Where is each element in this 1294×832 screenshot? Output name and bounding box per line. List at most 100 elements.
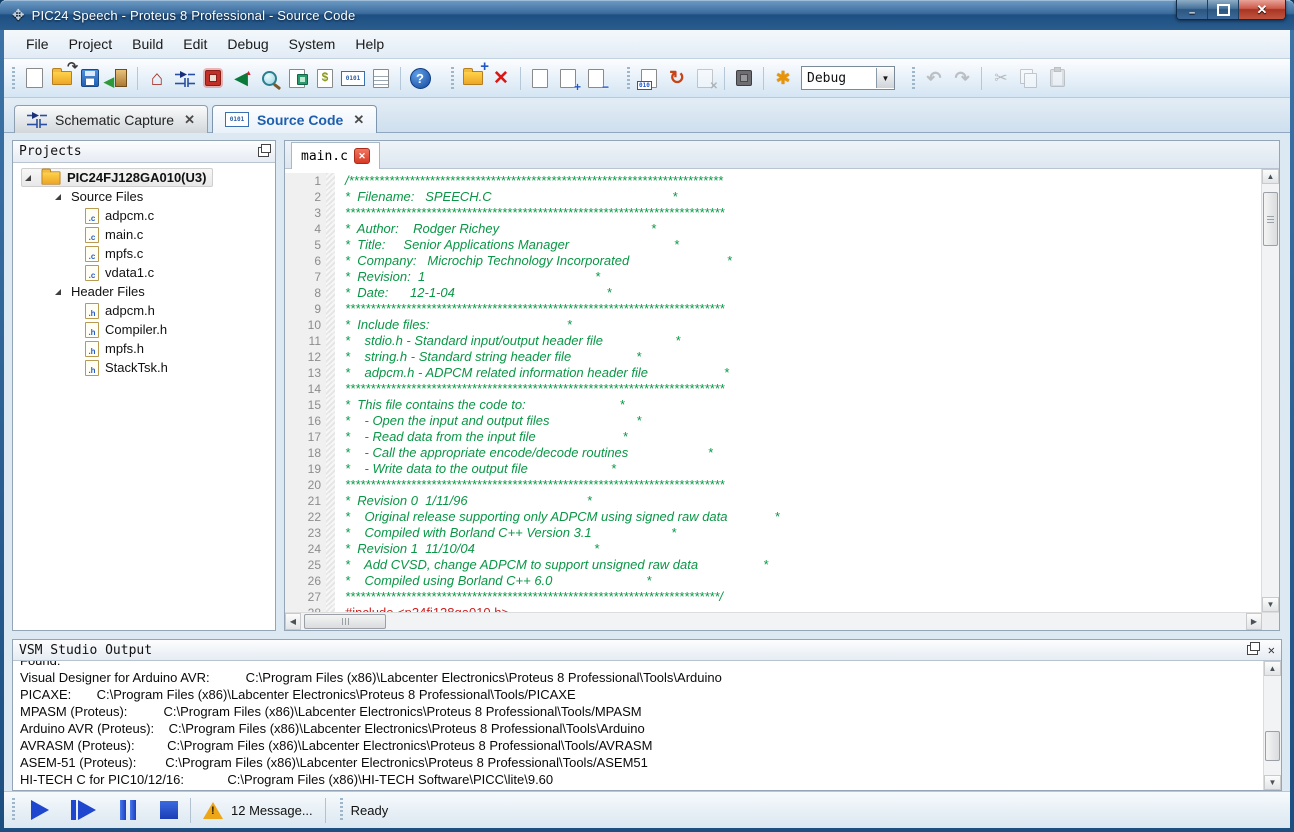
menu-system[interactable]: System <box>279 33 346 55</box>
tree-item-adpcm-h[interactable]: .h adpcm.h <box>13 301 275 320</box>
copy-icon[interactable] <box>1015 65 1043 92</box>
output-panel: VSM Studio Output ✕ Found:Visual Designe… <box>12 639 1282 791</box>
undo-icon[interactable]: ↶ <box>920 65 948 92</box>
tree-item-header-files[interactable]: Header Files <box>13 282 275 301</box>
maximize-button[interactable] <box>1208 0 1239 19</box>
menu-file[interactable]: File <box>16 33 59 55</box>
scroll-left-icon[interactable]: ◀ <box>285 613 301 630</box>
remove-file-icon[interactable]: − <box>582 65 610 93</box>
home-icon[interactable]: ⌂ <box>143 65 171 92</box>
code-text: #include <p24fj128ga010.h> <box>335 605 509 612</box>
clean-project-icon[interactable]: ✕ <box>691 65 719 92</box>
expander-icon[interactable] <box>25 174 31 181</box>
menu-project[interactable]: Project <box>59 33 123 55</box>
ready-label: Ready <box>350 802 389 818</box>
help-icon[interactable]: ? <box>406 65 434 92</box>
close-output-panel-icon[interactable]: ✕ <box>1268 643 1275 657</box>
projects-tree[interactable]: PIC24FJ128GA010(U3) Source Files .c adpcm.c… <box>13 163 275 630</box>
code-line: 16 * - Open the input and output files * <box>285 413 1261 429</box>
pcb-layout-icon[interactable] <box>199 65 227 92</box>
menu-help[interactable]: Help <box>345 33 394 55</box>
save-design-icon[interactable] <box>76 65 104 92</box>
menu-build[interactable]: Build <box>122 33 173 55</box>
debug-configuration-value: Debug <box>807 70 847 86</box>
new-design-icon[interactable] <box>20 65 48 92</box>
tree-item-compiler-h[interactable]: .h Compiler.h <box>13 320 275 339</box>
editor-vertical-scrollbar[interactable]: ▲ ▼ <box>1261 169 1279 612</box>
file-tab-main-c[interactable]: main.c ✕ <box>291 142 380 169</box>
close-tab-icon[interactable]: ✕ <box>353 112 364 128</box>
open-design-icon[interactable]: ↷ <box>48 60 78 92</box>
paste-icon[interactable] <box>1043 65 1071 92</box>
tree-item-mpfs-c[interactable]: .c mpfs.c <box>13 244 275 263</box>
minimize-button[interactable]: – <box>1177 0 1208 19</box>
tree-item-pic24fj128ga010-u3-[interactable]: PIC24FJ128GA010(U3) <box>13 168 275 187</box>
scroll-down-icon[interactable]: ▼ <box>1262 597 1279 612</box>
tree-item-mpfs-h[interactable]: .h mpfs.h <box>13 339 275 358</box>
expander-icon[interactable] <box>55 193 61 200</box>
bill-of-materials-icon[interactable]: $ <box>311 65 339 92</box>
menu-debug[interactable]: Debug <box>217 33 278 55</box>
add-file-icon[interactable]: + <box>554 65 582 93</box>
output-scroll-thumb[interactable] <box>1265 731 1280 761</box>
tab-schematic-capture[interactable]: Schematic Capture ✕ <box>14 105 208 133</box>
panel-splitter[interactable] <box>4 631 1290 639</box>
stop-button[interactable] <box>160 797 178 823</box>
output-vertical-scrollbar[interactable]: ▲ ▼ <box>1263 661 1281 790</box>
output-panel-title: VSM Studio Output <box>19 642 153 658</box>
tab-source-code[interactable]: 0101 Source Code ✕ <box>211 105 378 133</box>
add-project-icon[interactable]: + <box>459 59 489 92</box>
tree-item-source-files[interactable]: Source Files <box>13 187 275 206</box>
tree-item-vdata1-c[interactable]: .c vdata1.c <box>13 263 275 282</box>
close-file-icon[interactable]: ✕ <box>353 148 370 164</box>
import-design-icon[interactable]: ◀ <box>104 65 132 92</box>
scroll-right-icon[interactable]: ▶ <box>1246 613 1262 630</box>
output-scroll-up-icon[interactable]: ▲ <box>1264 661 1281 676</box>
debug-configuration-select[interactable]: Debug ▼ <box>801 66 895 90</box>
chevron-down-icon[interactable]: ▼ <box>876 68 894 88</box>
messages-label[interactable]: 12 Message... <box>231 803 313 818</box>
3d-visualizer-icon[interactable]: ◀ ▲ <box>227 65 255 92</box>
settings-icon[interactable]: ✱ <box>769 65 797 92</box>
rebuild-project-icon[interactable]: ↻ <box>663 65 691 92</box>
source-code-icon[interactable]: 0101 <box>339 65 367 92</box>
new-file-icon[interactable] <box>526 65 554 92</box>
line-number: 16 <box>285 413 326 429</box>
editor-horizontal-scrollbar[interactable]: ◀ ▶ <box>285 612 1279 630</box>
menu-edit[interactable]: Edit <box>173 33 217 55</box>
design-notes-icon[interactable] <box>367 65 395 92</box>
schematic-capture-icon[interactable] <box>171 65 199 92</box>
tree-item-stacktsk-h[interactable]: .h StackTsk.h <box>13 358 275 377</box>
projects-panel-title: Projects <box>19 144 82 159</box>
tree-item-main-c[interactable]: .c main.c <box>13 225 275 244</box>
code-text: ****************************************… <box>345 589 723 604</box>
expander-icon[interactable] <box>55 288 61 295</box>
float-output-panel-icon[interactable] <box>1246 642 1260 655</box>
play-button[interactable] <box>31 797 49 823</box>
main-area: Projects PIC24FJ128GA010(U3) Source Files… <box>4 133 1290 631</box>
code-line: 7 * Revision: 1 * <box>285 269 1261 285</box>
c-file-icon: .c <box>85 207 99 224</box>
float-panel-icon[interactable] <box>258 143 271 157</box>
c-file-icon: .c <box>85 264 99 281</box>
code-area[interactable]: 1 /**************************************… <box>285 169 1261 612</box>
horizontal-scroll-thumb[interactable] <box>304 614 386 629</box>
close-tab-icon[interactable]: ✕ <box>184 112 195 128</box>
line-number: 9 <box>285 301 326 317</box>
close-project-icon[interactable]: ✕ <box>487 65 515 92</box>
scroll-up-icon[interactable]: ▲ <box>1262 169 1279 184</box>
tree-item-adpcm-c[interactable]: .c adpcm.c <box>13 206 275 225</box>
netlist-compiler-icon[interactable] <box>283 65 311 92</box>
pause-button[interactable] <box>118 797 138 823</box>
cut-icon[interactable]: ✂ <box>987 65 1015 92</box>
vertical-scroll-thumb[interactable] <box>1263 192 1278 246</box>
step-button[interactable] <box>71 797 96 823</box>
h-file-icon: .h <box>85 302 99 319</box>
build-project-icon[interactable]: 010 <box>635 65 663 92</box>
redo-icon[interactable]: ↷ <box>948 65 976 92</box>
close-button[interactable]: ✕ <box>1239 0 1285 19</box>
processor-icon[interactable] <box>730 65 758 92</box>
design-explorer-icon[interactable] <box>255 65 283 92</box>
output-scroll-down-icon[interactable]: ▼ <box>1264 775 1281 790</box>
toolbar-group: + ✕ + − <box>447 59 614 94</box>
